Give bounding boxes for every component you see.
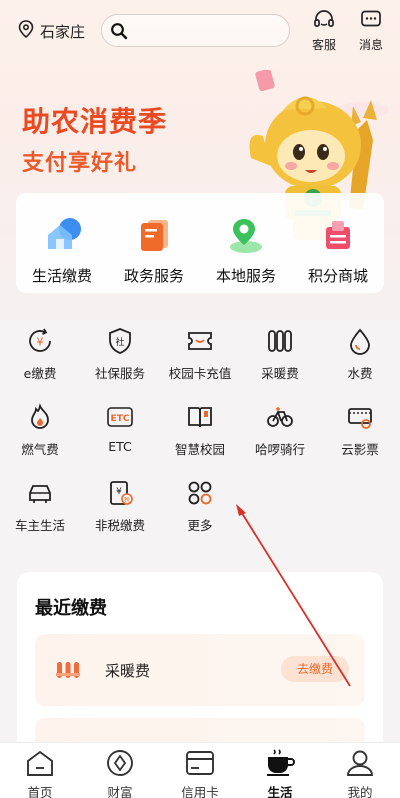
radiator-icon [55, 658, 81, 686]
service-label: 非税缴费 [94, 518, 145, 533]
svg-text:ETC: ETC [111, 414, 130, 424]
location-pin-icon [18, 20, 34, 42]
service-label: 云影票 [341, 442, 379, 457]
quick-item-local[interactable]: 本地服务 [200, 215, 292, 286]
service-campus-card[interactable]: 校园卡充值 [160, 327, 240, 382]
bicycle-icon [266, 403, 294, 431]
radiator-icon [266, 327, 294, 355]
service-label: e缴费 [23, 366, 57, 381]
service-smart-campus[interactable]: 智慧校园 [160, 403, 240, 458]
service-label: 社保服务 [94, 366, 145, 381]
more-grid-icon [186, 479, 214, 507]
service-cloud-movie-ticket[interactable]: 云影票 [320, 403, 400, 458]
ticket-icon [346, 403, 374, 431]
nav-label: 信用卡 [181, 785, 219, 798]
quick-item-government[interactable]: 政务服务 [108, 215, 200, 286]
customer-service-label: 客服 [311, 38, 336, 52]
banner-subtitle: 支付享好礼 [22, 151, 138, 176]
nav-mine[interactable]: 我的 [320, 749, 400, 798]
card-smile-icon [186, 327, 214, 355]
recent-item-label: 采暖费 [105, 662, 151, 680]
car-icon [26, 479, 54, 507]
service-label: 车主生活 [14, 518, 65, 533]
recent-payment-item[interactable]: 采暖费 去缴费 [35, 634, 365, 706]
message-icon [360, 10, 382, 34]
nav-credit-card[interactable]: 信用卡 [160, 749, 240, 798]
quick-item-points-mall[interactable]: 积分商城 [292, 215, 384, 286]
user-icon [345, 750, 375, 781]
svg-text:¥: ¥ [37, 336, 44, 349]
compass-icon [105, 750, 135, 781]
location-selector[interactable]: 石家庄 [18, 20, 85, 42]
location-map-icon [226, 215, 266, 255]
service-label: 水费 [347, 366, 373, 381]
service-label: 哈啰骑行 [254, 442, 305, 457]
nav-label: 我的 [347, 785, 373, 798]
banner-title: 助农消费季 [22, 105, 168, 138]
service-non-tax-payment[interactable]: ¥ 税 非税缴费 [80, 479, 160, 534]
nav-home[interactable]: 首页 [0, 749, 80, 798]
svg-text:税: 税 [124, 496, 130, 504]
shield-icon: 社 [106, 327, 134, 355]
service-hellobike[interactable]: 哈啰骑行 [240, 403, 320, 458]
gift-box-icon [318, 215, 358, 255]
pay-now-button[interactable]: 去缴费 [281, 656, 349, 682]
service-car-owner[interactable]: 车主生活 [0, 479, 80, 534]
bottom-nav: 首页 财富 信用卡 生活 我的 [0, 742, 400, 798]
quick-item-label: 政务服务 [123, 267, 184, 285]
etc-icon: ETC [106, 403, 134, 431]
document-icon [134, 215, 174, 255]
credit-card-icon [185, 751, 215, 781]
service-e-payment[interactable]: ¥ e缴费 [0, 327, 80, 382]
quick-item-label: 积分商城 [307, 267, 368, 285]
quick-item-label: 本地服务 [215, 267, 276, 285]
top-bar: 石家庄 客服 消息 [0, 0, 400, 60]
service-label: 燃气费 [21, 442, 59, 457]
quick-item-label: 生活缴费 [31, 267, 92, 285]
service-label: 校园卡充值 [168, 366, 232, 381]
nav-label: 生活 [267, 785, 293, 798]
service-gas-fee[interactable]: 燃气费 [0, 403, 80, 458]
coffee-cup-icon [265, 749, 295, 781]
service-heating-fee[interactable]: 采暖费 [240, 327, 320, 382]
svg-text:¥: ¥ [116, 487, 122, 497]
service-label: 智慧校园 [174, 442, 225, 457]
flame-icon [26, 403, 54, 431]
book-icon [186, 403, 214, 431]
service-more[interactable]: 更多 [160, 479, 240, 534]
service-etc[interactable]: ETC ETC [80, 403, 160, 454]
service-social-security[interactable]: 社 社保服务 [80, 327, 160, 382]
customer-service-button[interactable]: 客服 [304, 10, 344, 53]
nav-wealth[interactable]: 财富 [80, 749, 160, 798]
nav-label: 财富 [107, 785, 133, 798]
nav-label: 首页 [27, 785, 53, 798]
quick-services-card: 生活缴费 政务服务 本地服务 积分商城 [16, 193, 384, 293]
recent-payments-title: 最近缴费 [35, 598, 107, 619]
search-input[interactable] [101, 14, 290, 47]
quick-item-living-payment[interactable]: 生活缴费 [16, 215, 108, 286]
service-label: 采暖费 [261, 366, 299, 381]
water-drop-icon [346, 327, 374, 355]
tax-invoice-icon: ¥ 税 [106, 479, 134, 507]
location-city: 石家庄 [40, 22, 86, 41]
service-label: ETC [108, 439, 132, 454]
service-label: 更多 [187, 518, 213, 533]
messages-button[interactable]: 消息 [351, 10, 391, 53]
service-water-fee[interactable]: 水费 [320, 327, 400, 382]
headset-icon [313, 10, 335, 34]
messages-label: 消息 [358, 38, 383, 52]
svg-text:社: 社 [115, 336, 124, 348]
home-icon [25, 750, 55, 781]
yuan-refresh-icon: ¥ [26, 327, 54, 355]
house-icon [42, 215, 82, 255]
nav-life[interactable]: 生活 [240, 749, 320, 798]
